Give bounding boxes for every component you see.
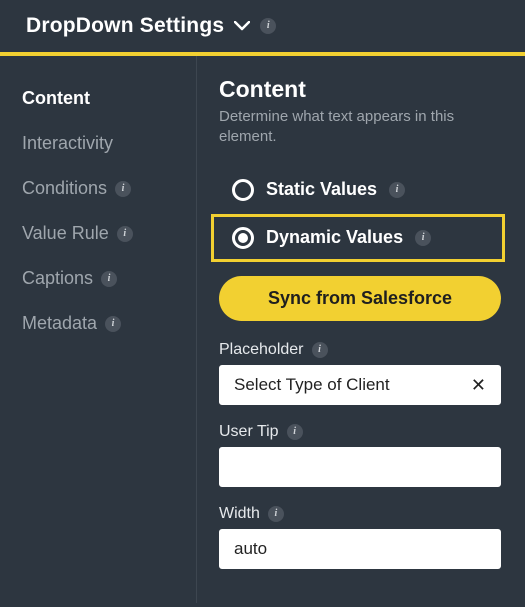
info-icon[interactable]: i (105, 316, 121, 332)
field-label-text: Placeholder (219, 341, 304, 359)
clear-icon[interactable]: ✕ (469, 376, 488, 394)
info-icon[interactable]: i (117, 226, 133, 242)
section-title: Content (219, 76, 501, 103)
field-width: Width i (219, 505, 501, 569)
field-label-text: Width (219, 505, 260, 523)
placeholder-input-wrapper: ✕ (219, 365, 501, 405)
sidebar-item-label: Content (22, 88, 90, 109)
sidebar-item-conditions[interactable]: Conditions i (0, 166, 196, 211)
sidebar-item-interactivity[interactable]: Interactivity (0, 121, 196, 166)
radio-icon (232, 179, 254, 201)
values-radio-group: Static Values i Dynamic Values i (219, 166, 501, 262)
sidebar-item-value-rule[interactable]: Value Rule i (0, 211, 196, 256)
radio-label: Dynamic Values (266, 227, 403, 248)
user-tip-input-wrapper (219, 447, 501, 487)
section-description: Determine what text appears in this elem… (219, 107, 501, 148)
info-icon[interactable]: i (101, 271, 117, 287)
info-icon[interactable]: i (287, 424, 303, 440)
sync-from-salesforce-button[interactable]: Sync from Salesforce (219, 276, 501, 321)
sidebar-item-label: Captions (22, 268, 93, 289)
sidebar-item-metadata[interactable]: Metadata i (0, 301, 196, 346)
width-input-wrapper (219, 529, 501, 569)
sidebar: Content Interactivity Conditions i Value… (0, 56, 197, 603)
main-panel: Content Determine what text appears in t… (197, 56, 525, 603)
field-placeholder: Placeholder i ✕ (219, 341, 501, 405)
radio-static-values[interactable]: Static Values i (219, 166, 501, 214)
info-icon[interactable]: i (389, 182, 405, 198)
width-input[interactable] (232, 538, 488, 560)
info-icon[interactable]: i (415, 230, 431, 246)
field-label-text: User Tip (219, 423, 279, 441)
sidebar-item-label: Value Rule (22, 223, 109, 244)
panel-title: DropDown Settings (26, 14, 224, 38)
sidebar-item-captions[interactable]: Captions i (0, 256, 196, 301)
field-user-tip: User Tip i (219, 423, 501, 487)
chevron-down-icon[interactable] (234, 21, 250, 31)
sidebar-item-label: Interactivity (22, 133, 113, 154)
radio-dynamic-values[interactable]: Dynamic Values i (211, 214, 505, 262)
sidebar-item-content[interactable]: Content (0, 76, 196, 121)
radio-label: Static Values (266, 179, 377, 200)
info-icon[interactable]: i (268, 506, 284, 522)
panel-header: DropDown Settings i (0, 0, 525, 56)
sidebar-item-label: Metadata (22, 313, 97, 334)
info-icon[interactable]: i (312, 342, 328, 358)
sidebar-item-label: Conditions (22, 178, 107, 199)
placeholder-input[interactable] (232, 374, 469, 396)
user-tip-input[interactable] (232, 456, 488, 478)
info-icon[interactable]: i (260, 18, 276, 34)
info-icon[interactable]: i (115, 181, 131, 197)
radio-icon (232, 227, 254, 249)
